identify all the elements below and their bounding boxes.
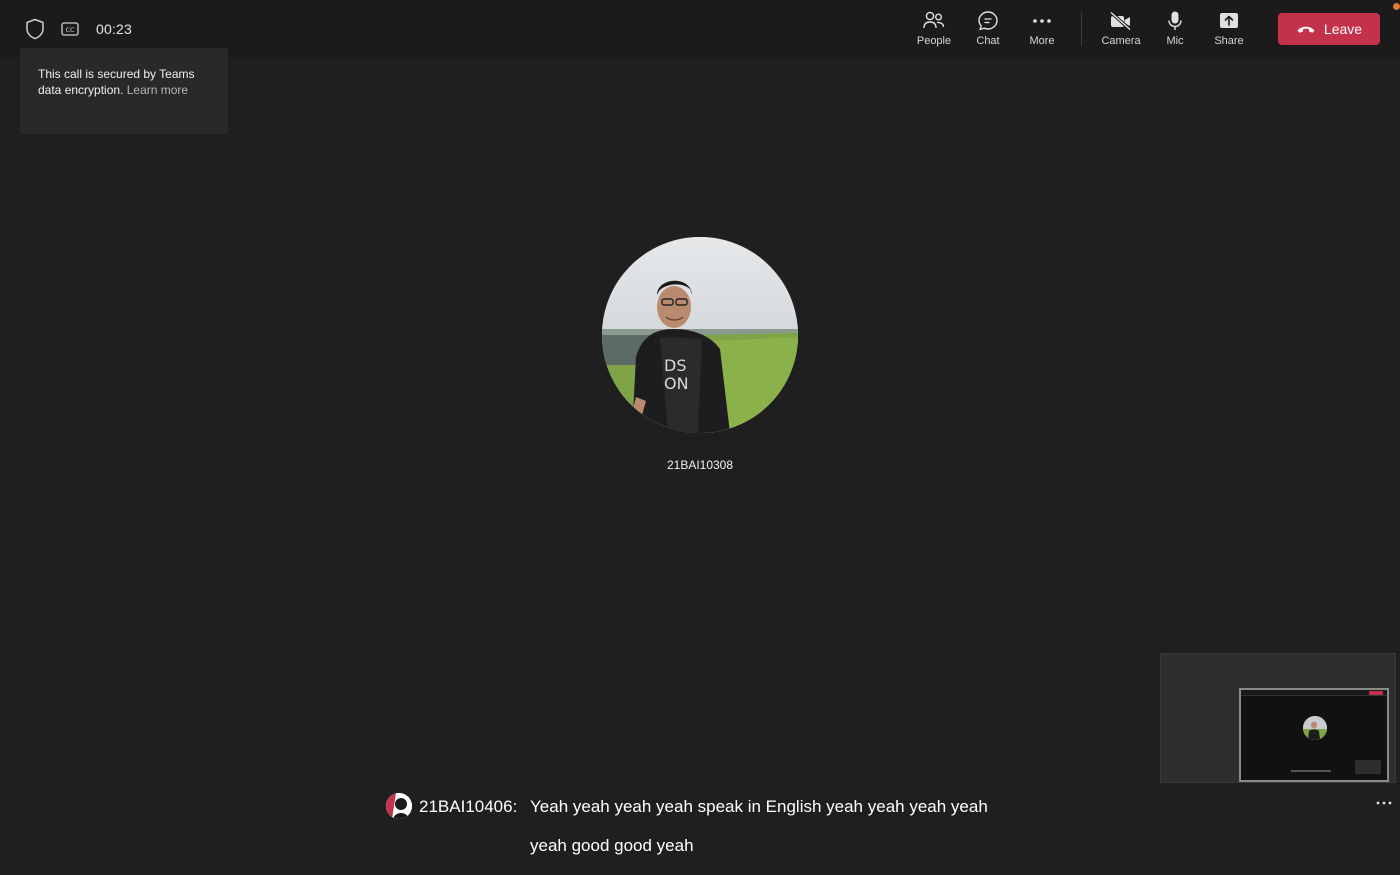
people-icon	[922, 8, 946, 34]
chat-label: Chat	[976, 35, 1000, 47]
mic-label: Mic	[1166, 35, 1184, 47]
mini-participant-avatar	[1303, 716, 1327, 740]
share-button[interactable]: Share	[1202, 8, 1256, 50]
camera-label: Camera	[1101, 35, 1141, 47]
self-video-preview[interactable]	[1160, 653, 1396, 783]
toolbar-divider	[1081, 12, 1082, 46]
svg-text:CC: CC	[65, 26, 75, 34]
mini-self-preview	[1355, 760, 1381, 774]
learn-more-link[interactable]: Learn more	[127, 83, 188, 97]
more-button[interactable]: More	[1015, 8, 1069, 50]
people-label: People	[916, 35, 952, 47]
camera-button[interactable]: Camera	[1094, 8, 1148, 50]
people-button[interactable]: People	[907, 8, 961, 50]
closed-captions-icon[interactable]: CC	[60, 19, 80, 39]
mini-leave-indicator	[1369, 691, 1383, 695]
meeting-stage: CC 00:23 People Chat More Camera Mic Sha…	[0, 0, 1400, 875]
chat-icon	[977, 8, 999, 34]
mic-button[interactable]: Mic	[1148, 8, 1202, 50]
leave-button[interactable]: Leave	[1278, 13, 1380, 45]
call-info: CC 00:23	[24, 16, 132, 42]
chat-button[interactable]: Chat	[961, 8, 1015, 50]
live-caption: Yeah yeah yeah yeah speak in English yea…	[530, 787, 1010, 865]
caption-speaker-avatar	[386, 793, 412, 819]
svg-text:ON: ON	[664, 374, 689, 393]
participant-avatar: DS ON	[602, 237, 798, 433]
mini-toolbar	[1241, 690, 1387, 696]
camera-off-icon	[1109, 8, 1133, 34]
participant-name: 21BAI10308	[666, 458, 734, 472]
mini-caption-bar	[1291, 770, 1331, 772]
caption-line: Yeah yeah yeah yeah speak in English yea…	[530, 797, 988, 816]
encryption-tooltip: This call is secured by Teams data encry…	[20, 48, 228, 134]
call-timer: 00:23	[96, 21, 133, 37]
toolbar-actions: People Chat More Camera Mic Share Leave	[907, 8, 1380, 50]
more-icon	[1031, 8, 1053, 34]
shield-icon[interactable]	[24, 17, 46, 41]
shared-screen-thumbnail	[1239, 688, 1389, 782]
svg-text:DS: DS	[664, 356, 686, 375]
notification-dot	[1393, 3, 1400, 10]
more-label: More	[1029, 35, 1055, 47]
mic-icon	[1166, 8, 1184, 34]
caption-speaker-name: 21BAI10406:	[419, 797, 518, 816]
ellipsis-icon[interactable]	[1374, 796, 1394, 810]
caption-line: yeah good good yeah	[530, 836, 694, 855]
phone-hangup-icon	[1296, 24, 1316, 34]
share-label: Share	[1214, 35, 1244, 47]
leave-label: Leave	[1323, 21, 1363, 37]
share-icon	[1218, 8, 1240, 34]
